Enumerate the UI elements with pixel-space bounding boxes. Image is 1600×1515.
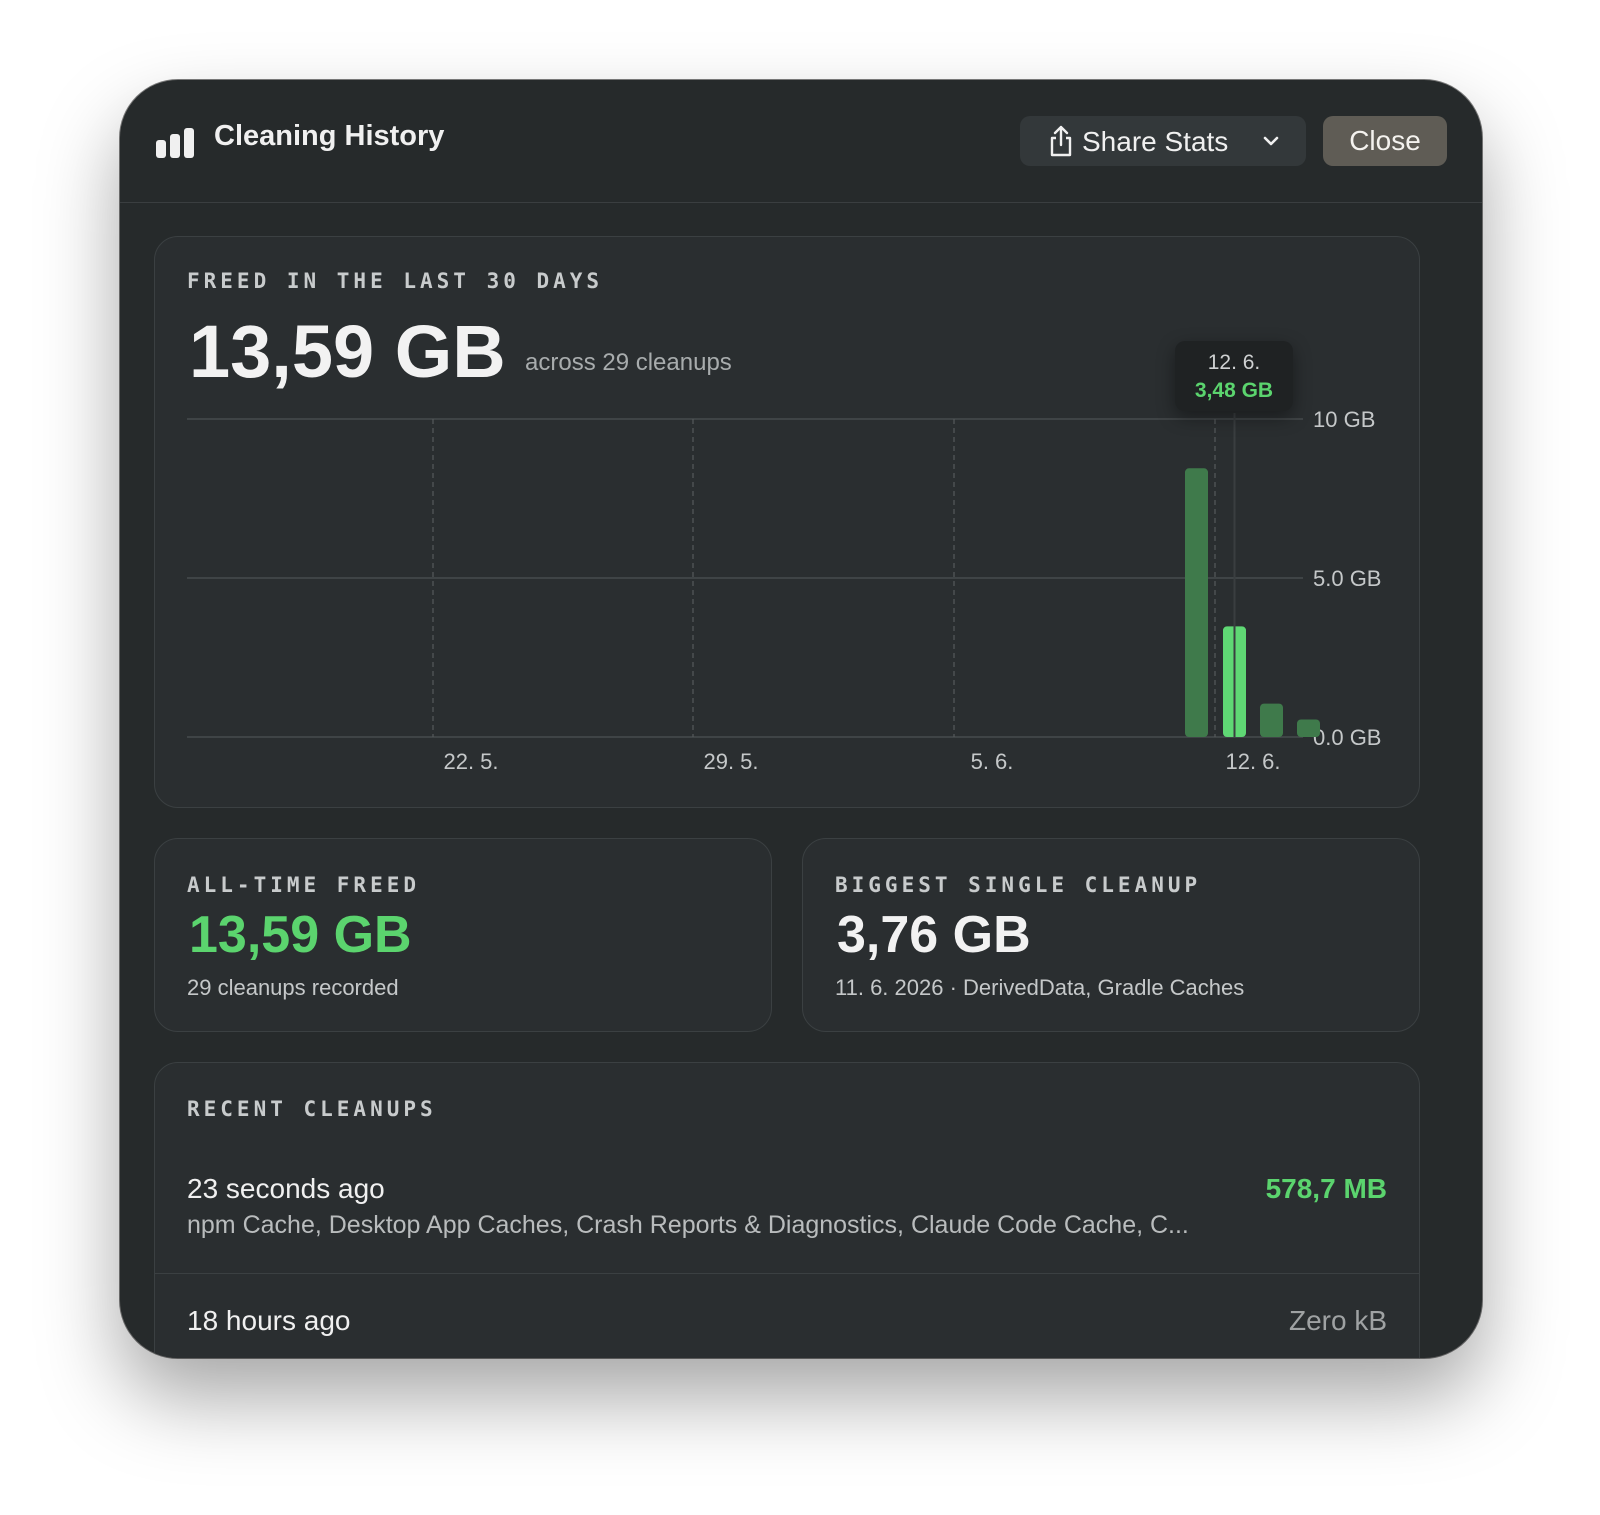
x-tick-label: 12. 6. [1225, 749, 1280, 774]
share-icon [1050, 125, 1072, 157]
x-tick-label: 22. 5. [443, 749, 498, 774]
chart-tooltip: 12. 6. 3,48 GB [1175, 341, 1293, 411]
biggest-cleanup-card: BIGGEST SINGLE CLEANUP 3,76 GB 11. 6. 20… [802, 838, 1420, 1032]
all-time-heading: ALL-TIME FREED [187, 873, 421, 897]
x-tick-label: 5. 6. [971, 749, 1014, 774]
close-button[interactable]: Close [1323, 116, 1447, 166]
chart-bar [1185, 468, 1208, 737]
window-title: Cleaning History [214, 120, 445, 152]
list-item[interactable]: 23 seconds ago npm Cache, Desktop App Ca… [155, 1173, 1419, 1273]
x-tick-label: 29. 5. [703, 749, 758, 774]
chart-bar [1297, 719, 1320, 737]
list-item[interactable]: 18 hours ago Zero kB [155, 1305, 1419, 1358]
chart-bar [1260, 703, 1283, 737]
share-stats-label: Share Stats [1082, 126, 1229, 157]
tooltip-date: 12. 6. [1207, 351, 1261, 374]
row-divider [155, 1273, 1419, 1274]
chevron-down-icon[interactable] [1262, 134, 1280, 148]
all-time-subtitle: 29 cleanups recorded [187, 975, 399, 1000]
tooltip-value: 3,48 GB [1194, 379, 1274, 402]
recent-heading: RECENT CLEANUPS [187, 1097, 437, 1121]
share-stats-button[interactable]: Share Stats [1020, 116, 1306, 166]
all-time-value: 13,59 GB [189, 906, 412, 964]
bar-chart-icon [156, 128, 194, 158]
freed-bar-chart: 10 GB 5.0 GB 0.0 GB 22. 5. 29. 5. 5. 6. 12. 6. [187, 407, 1381, 774]
cleanup-time: 23 seconds ago [187, 1173, 385, 1204]
y-tick-label: 10 GB [1313, 407, 1375, 432]
biggest-subtitle: 11. 6. 2026 · DerivedData, Gradle Caches [835, 975, 1245, 1000]
freed-chart-card: FREED IN THE LAST 30 DAYS 13,59 GB acros… [154, 236, 1420, 808]
y-tick-label: 0.0 GB [1313, 725, 1381, 750]
cleanup-size: Zero kB [1288, 1305, 1387, 1336]
all-time-card: ALL-TIME FREED 13,59 GB 29 cleanups reco… [154, 838, 772, 1032]
biggest-value: 3,76 GB [837, 906, 1031, 964]
cleanup-time: 18 hours ago [187, 1305, 351, 1336]
biggest-heading: BIGGEST SINGLE CLEANUP [835, 873, 1202, 897]
cleaning-history-window: Cleaning History Share Stats Close FREED… [120, 80, 1482, 1358]
y-tick-label: 5.0 GB [1313, 566, 1381, 591]
cleanup-size: 578,7 MB [1265, 1173, 1387, 1204]
recent-cleanups-card: RECENT CLEANUPS 23 seconds ago npm Cache… [154, 1062, 1420, 1358]
cleanup-items: npm Cache, Desktop App Caches, Crash Rep… [187, 1211, 1189, 1239]
title-bar: Cleaning History Share Stats Close [120, 80, 1482, 203]
